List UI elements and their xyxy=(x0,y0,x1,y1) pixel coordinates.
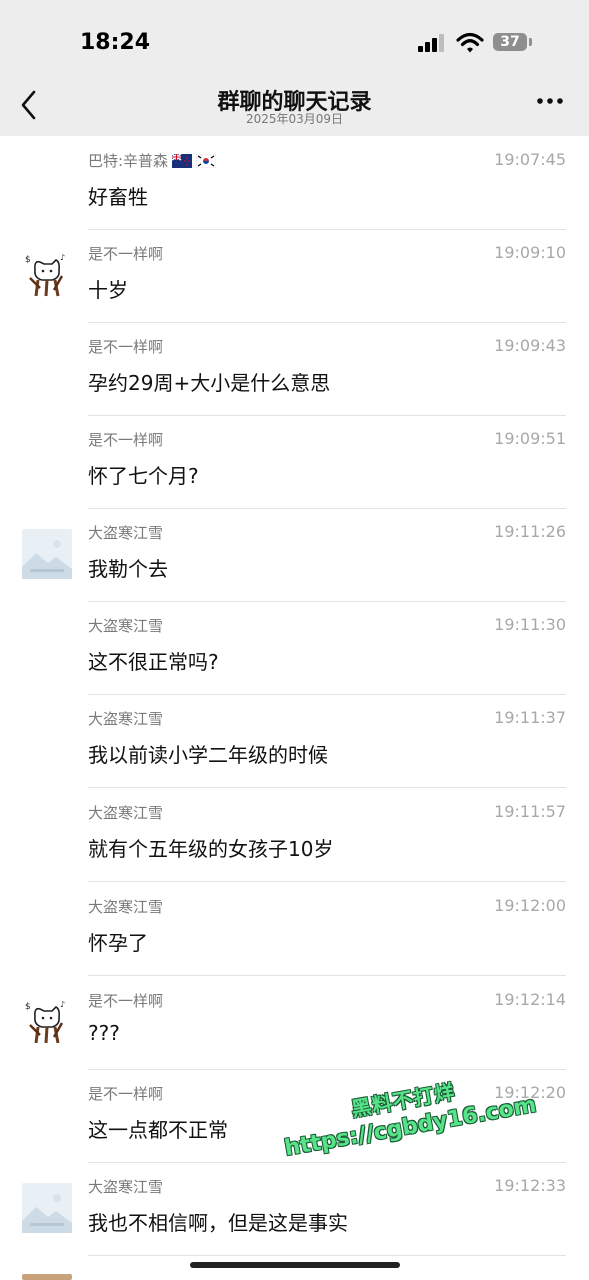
message-row: 大盗寒江雪 19:11:26 我勒个去 xyxy=(0,509,589,602)
message-row: 大盗寒江雪 19:11:37 我以前读小学二年级的时候 xyxy=(0,695,589,788)
sender-name: 大盗寒江雪 xyxy=(88,524,164,542)
divider xyxy=(88,1255,566,1256)
message-timestamp: 19:11:30 xyxy=(494,615,566,634)
message-timestamp: 19:11:37 xyxy=(494,708,566,727)
message-row: 大盗寒江雪 19:12:00 怀孕了 xyxy=(0,883,589,976)
message-row: $ ♪ 是不一样啊 19:09:10 十岁 xyxy=(0,230,589,323)
new-zealand-flag-icon xyxy=(172,154,193,168)
message-timestamp: 19:11:57 xyxy=(494,802,566,821)
page-date: 2025年03月09日 xyxy=(245,112,344,126)
sender-name: 是不一样啊 xyxy=(88,245,164,263)
message-timestamp: 19:09:51 xyxy=(494,429,566,448)
sender-name-line: 巴特:辛普森 xyxy=(88,150,217,171)
sender-name: 大盗寒江雪 xyxy=(88,710,164,728)
partial-avatar xyxy=(22,1274,72,1280)
message-text[interactable]: 我以前读小学二年级的时候 xyxy=(88,739,328,768)
message-timestamp: 19:12:33 xyxy=(494,1176,566,1195)
cat-avatar[interactable]: $ ♪ xyxy=(22,997,72,1047)
status-time: 18:24 xyxy=(80,30,151,55)
sender-name: 大盗寒江雪 xyxy=(88,1178,164,1196)
wifi-icon xyxy=(456,32,484,53)
message-text[interactable]: 好畜牲 xyxy=(88,181,148,210)
landscape-avatar[interactable] xyxy=(22,529,72,579)
home-indicator[interactable] xyxy=(190,1262,400,1268)
message-text[interactable]: 就有个五年级的女孩子10岁 xyxy=(88,833,333,862)
sender-name: 大盗寒江雪 xyxy=(88,617,164,635)
message-text[interactable]: 怀孕了 xyxy=(88,927,148,956)
divider xyxy=(88,787,566,788)
message-text[interactable]: 这不很正常吗? xyxy=(88,646,219,675)
message-text[interactable]: 我勒个去 xyxy=(88,553,168,582)
svg-text:$: $ xyxy=(25,255,31,265)
message-timestamp: 19:07:45 xyxy=(494,150,566,169)
message-text[interactable]: 孕约29周+大小是什么意思 xyxy=(88,367,330,396)
cat-avatar[interactable]: $ ♪ xyxy=(22,250,72,300)
svg-text:♪: ♪ xyxy=(60,1000,65,1009)
message-row: 大盗寒江雪 19:11:30 这不很正常吗? xyxy=(0,602,589,695)
divider xyxy=(88,975,566,976)
message-row: 是不一样啊 19:09:51 怀了七个月? xyxy=(0,416,589,509)
sender-name: 是不一样啊 xyxy=(88,338,164,356)
sender-name: 巴特:辛普森 xyxy=(88,152,169,170)
south-korea-flag-icon xyxy=(196,154,217,168)
message-timestamp: 19:09:43 xyxy=(494,336,566,355)
landscape-avatar[interactable] xyxy=(22,1183,72,1233)
sender-name: 大盗寒江雪 xyxy=(88,898,164,916)
message-text[interactable]: 怀了七个月? xyxy=(88,460,199,489)
message-timestamp: 19:09:10 xyxy=(494,243,566,262)
sender-name: 是不一样啊 xyxy=(88,431,164,449)
svg-text:$: $ xyxy=(25,1002,31,1012)
svg-text:♪: ♪ xyxy=(60,253,65,262)
message-text[interactable]: ??? xyxy=(88,1021,120,1045)
message-timestamp: 19:12:00 xyxy=(494,896,566,915)
divider xyxy=(88,881,566,882)
cellular-signal-icon xyxy=(418,34,444,52)
message-text[interactable]: 这一点都不正常 xyxy=(88,1114,228,1143)
battery-icon: 37 xyxy=(493,33,527,51)
message-timestamp: 19:12:14 xyxy=(494,990,566,1009)
battery-tip xyxy=(529,38,532,46)
more-options-icon[interactable] xyxy=(536,96,564,106)
sender-name: 是不一样啊 xyxy=(88,1085,164,1103)
message-text[interactable]: 十岁 xyxy=(88,274,128,303)
top-bar: 18:24 37 群聊的聊天记录 2025年03月09日 xyxy=(0,0,589,136)
message-timestamp: 19:11:26 xyxy=(494,522,566,541)
message-row: 是不一样啊 19:09:43 孕约29周+大小是什么意思 xyxy=(0,323,589,416)
message-text[interactable]: 我也不相信啊，但是这是事实 xyxy=(88,1207,348,1236)
sender-name: 是不一样啊 xyxy=(88,992,164,1010)
message-row: 大盗寒江雪 19:11:57 就有个五年级的女孩子10岁 xyxy=(0,789,589,882)
sender-name: 大盗寒江雪 xyxy=(88,804,164,822)
message-row: $ ♪ 是不一样啊 19:12:14 ??? xyxy=(0,977,589,1070)
message-row: 巴特:辛普森 19:07:45 好畜牲 xyxy=(0,137,589,230)
